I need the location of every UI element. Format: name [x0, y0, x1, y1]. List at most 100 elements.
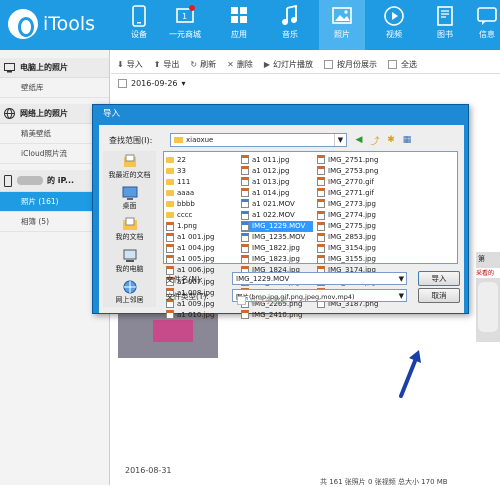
select-all-toggle[interactable]: 全选: [387, 59, 417, 70]
open-button[interactable]: 导入: [418, 271, 460, 286]
file-item[interactable]: IMG_1822.jpg: [241, 243, 313, 254]
chevron-down-icon[interactable]: ▾: [182, 79, 186, 88]
chevron-down-icon[interactable]: ▼: [334, 134, 346, 146]
place-desktop[interactable]: 桌面: [103, 185, 156, 213]
file-item[interactable]: 22: [166, 154, 240, 165]
image-file-icon: [241, 166, 249, 176]
file-item[interactable]: 33: [166, 165, 240, 176]
new-folder-icon[interactable]: ✱: [384, 133, 398, 147]
file-item[interactable]: IMG_3154.jpg: [317, 243, 391, 254]
view-menu-icon[interactable]: ▦: [400, 133, 414, 147]
refresh-button[interactable]: ↻ 刷新: [190, 59, 216, 70]
nav-apps[interactable]: 应用: [216, 0, 262, 50]
nav-music[interactable]: 音乐: [267, 0, 313, 50]
file-item[interactable]: a1 010.jpg: [166, 309, 240, 320]
file-item[interactable]: a1 005.jpg: [166, 254, 240, 265]
file-item[interactable]: cccc: [166, 209, 240, 220]
file-list[interactable]: 22 33 111 aaaa bbbb cccc 1.png a1 001.jpg a1 004…: [163, 151, 458, 320]
chevron-down-icon[interactable]: ▼: [399, 290, 404, 302]
file-item[interactable]: a1 012.jpg: [241, 165, 313, 176]
nav-device[interactable]: 设备: [116, 0, 162, 50]
folder-icon: [174, 137, 183, 143]
file-name: IMG_2773.jpg: [328, 199, 376, 208]
place-computer[interactable]: 我的电脑: [103, 248, 156, 276]
sidebar-item-label: iCloud照片流: [21, 149, 68, 158]
file-item[interactable]: IMG_2773.jpg: [317, 198, 391, 209]
file-item[interactable]: a1 011.jpg: [241, 154, 313, 165]
file-item[interactable]: a1 001.jpg: [166, 232, 240, 243]
cancel-button[interactable]: 取消: [418, 288, 460, 303]
chevron-down-icon[interactable]: ▼: [399, 273, 404, 285]
music-icon: [282, 5, 297, 25]
slideshow-button[interactable]: ▶ 幻灯片播放: [264, 59, 313, 70]
message-icon: [477, 7, 497, 25]
computer-icon: [123, 249, 136, 262]
book-icon: [437, 6, 453, 26]
file-item[interactable]: IMG_2775.jpg: [317, 221, 391, 232]
image-file-icon: [241, 243, 249, 253]
file-item[interactable]: 1.png: [166, 221, 240, 232]
file-item[interactable]: IMG_2753.png: [317, 165, 391, 176]
file-item[interactable]: IMG_2771.gif: [317, 187, 391, 198]
file-item[interactable]: a1 022.MOV: [241, 209, 313, 220]
include-subfolders-toggle[interactable]: 包含子目录: [237, 295, 288, 306]
photo-thumbnail-partial[interactable]: 第 采看的: [476, 252, 500, 342]
phone-small-icon: [4, 174, 12, 187]
file-item[interactable]: a1 021.MOV: [241, 198, 313, 209]
file-name: IMG_2771.gif: [328, 188, 374, 197]
file-name: IMG_3154.jpg: [328, 244, 376, 253]
include-subfolders-label: 包含子目录: [250, 296, 288, 305]
file-item[interactable]: 111: [166, 176, 240, 187]
delete-button[interactable]: ✕ 删除: [227, 59, 253, 70]
file-item[interactable]: IMG_3155.jpg: [317, 254, 391, 265]
file-item[interactable]: IMG_1235.MOV: [241, 232, 313, 243]
by-month-toggle[interactable]: 按月份展示: [323, 59, 377, 70]
import-button[interactable]: ⬇ 导入: [117, 59, 143, 70]
file-item[interactable]: IMG_2770.gif: [317, 176, 391, 187]
image-file-icon: [317, 243, 325, 253]
image-file-icon: [317, 254, 325, 264]
file-item[interactable]: a1 004.jpg: [166, 243, 240, 254]
nav-messages[interactable]: 信息: [474, 0, 500, 50]
file-item[interactable]: IMG_1823.jpg: [241, 254, 313, 265]
place-recent[interactable]: 我最近的文档: [103, 154, 156, 182]
select-all-checkbox[interactable]: [387, 60, 397, 69]
file-item[interactable]: IMG_2853.jpg: [317, 232, 391, 243]
file-name: IMG_2770.gif: [328, 177, 374, 186]
up-folder-icon[interactable]: ⤴: [368, 133, 382, 147]
file-name: IMG_1823.jpg: [252, 255, 300, 264]
back-icon[interactable]: ◀: [352, 133, 366, 147]
sidebar-item-wallpaper-library[interactable]: 壁纸库: [0, 78, 109, 98]
place-network[interactable]: 网上邻居: [103, 279, 156, 307]
nav-books[interactable]: 图书: [422, 0, 468, 50]
file-item[interactable]: bbbb: [166, 198, 240, 209]
desktop-icon: [122, 186, 137, 201]
nav-video[interactable]: 视频: [371, 0, 417, 50]
svg-text:1: 1: [182, 12, 187, 21]
export-button[interactable]: ⬆ 导出: [154, 59, 180, 70]
file-item[interactable]: IMG_1229.MOV: [241, 220, 313, 232]
file-name: IMG_2774.jpg: [328, 211, 376, 220]
place-label: 网上邻居: [115, 295, 144, 304]
export-icon: ⬆: [153, 60, 161, 69]
play-icon: ▶: [263, 60, 270, 69]
filename-field[interactable]: IMG_1229.MOV ▼: [232, 272, 407, 285]
nav-photos[interactable]: 照片: [319, 0, 365, 50]
by-month-checkbox[interactable]: [323, 60, 333, 69]
file-item[interactable]: a1 013.jpg: [241, 176, 313, 187]
file-item[interactable]: IMG_2774.jpg: [317, 209, 391, 220]
file-item[interactable]: IMG_2410.png: [241, 309, 313, 320]
file-item[interactable]: a1 014.jpg: [241, 187, 313, 198]
look-in-dropdown[interactable]: xiaoxue ▼: [170, 133, 347, 147]
file-name: a1 021.MOV: [252, 199, 295, 208]
app-logo: iTools: [8, 9, 95, 39]
redacted-device-name: [17, 176, 43, 185]
image-file-icon: [166, 232, 174, 242]
date-group-checkbox[interactable]: [118, 79, 127, 88]
file-item[interactable]: aaaa: [166, 187, 240, 198]
file-item[interactable]: IMG_2751.png: [317, 154, 391, 165]
place-documents[interactable]: 我的文档: [103, 216, 156, 244]
dialog-toolbar: ◀ ⤴ ✱ ▦: [352, 133, 416, 147]
nav-store[interactable]: 1 一元商城: [162, 0, 208, 50]
include-subfolders-checkbox[interactable]: [237, 296, 246, 305]
